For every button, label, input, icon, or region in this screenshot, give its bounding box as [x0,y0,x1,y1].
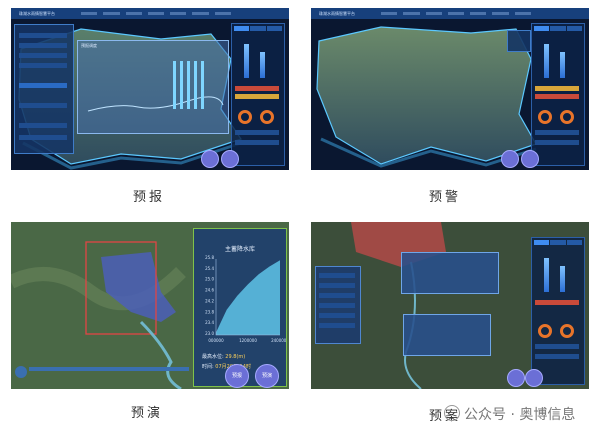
x-tick-label: 1200000 [239,338,257,343]
y-tick-label: 23.8 [205,309,214,314]
sidebar-tabs[interactable] [532,238,584,247]
sidebar-tabs[interactable] [532,24,584,33]
water-level-area [216,260,280,335]
rehearsal-screenshot: 主蓄降水库 23.0 23.4 23.8 24.2 24.6 25.0 25.4 25.8 00… [11,222,289,389]
warning-screenshot: 珠湖水雨情智慧平台 [311,8,589,170]
y-tick-label: 24.2 [205,298,214,303]
caption-forecast: 预报 [133,190,166,205]
round-action-button[interactable] [501,150,519,168]
wechat-icon [444,405,460,421]
popup-title: 主蓄降水库 [224,246,255,253]
rehearsal-button[interactable]: 预演 [255,364,279,388]
plan-screenshot [311,222,589,389]
right-stats-sidebar [231,23,285,166]
gauge-ring [560,324,574,338]
gauge-ring [238,110,252,124]
sidebar-tabs[interactable] [232,24,284,33]
round-action-button[interactable] [201,150,219,168]
max-level-value: 29.8(m) [225,354,246,360]
x-tick-label: 000000 [208,338,224,343]
nav-menu[interactable] [381,12,531,15]
caption-warning: 预警 [429,190,462,205]
nav-menu[interactable] [81,12,231,15]
top-nav-bar: 珠湖水雨情智慧平台 [11,8,289,19]
scheme-list-panel[interactable] [315,266,361,344]
max-level-label: 最高水位 [202,354,223,360]
y-tick-label: 24.6 [205,288,214,293]
round-action-button[interactable] [507,369,525,387]
app-title: 珠湖水雨情智慧平台 [319,11,355,16]
gauge-ring [260,110,274,124]
round-action-button[interactable] [525,369,543,387]
right-stats-sidebar [531,23,585,166]
watermark-text: 公众号 · 奥博信息 [464,407,576,423]
forecast-screenshot: 珠湖水雨情智慧平台 预报调度 [11,8,289,170]
layer-menu[interactable] [507,30,531,52]
y-tick-label: 25.0 [205,277,214,282]
top-nav-bar: 珠湖水雨情智慧平台 [311,8,589,19]
y-tick-label: 25.8 [205,255,214,260]
detail-popup [403,314,491,356]
reservoir-popup: 主蓄降水库 23.0 23.4 23.8 24.2 24.6 25.0 25.4 25.8 00… [193,228,287,387]
forecast-result-popup: 预报调度 [77,40,229,134]
round-action-button[interactable] [221,150,239,168]
forecast-button[interactable]: 预报 [225,364,249,388]
max-level-row: 最高水位: 29.8(m) [202,354,246,360]
right-stats-sidebar [531,237,585,385]
gauge-ring [538,324,552,338]
time-label: 时间 [202,364,213,370]
caption-rehearsal: 预演 [131,406,164,421]
station-popup [401,252,499,294]
round-action-button[interactable] [521,150,539,168]
app-title: 珠湖水雨情智慧平台 [19,11,55,16]
left-control-panel[interactable] [14,24,74,154]
gauge-ring [538,110,552,124]
y-tick-label: 23.4 [205,320,214,325]
y-tick-label: 23.0 [205,331,214,336]
gauge-ring [560,110,574,124]
x-tick-label: 2400000 [271,338,286,343]
y-tick-label: 25.4 [205,266,214,271]
watermark: 公众号 · 奥博信息 [444,404,575,424]
water-level-chart: 23.0 23.4 23.8 24.2 24.6 25.0 25.4 25.8 000000 12… [205,255,286,343]
